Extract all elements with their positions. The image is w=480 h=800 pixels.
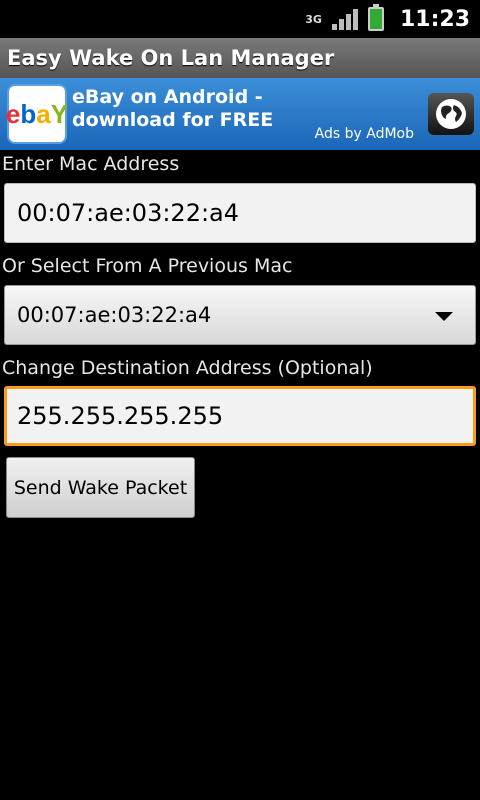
previous-mac-select[interactable]: 00:07:ae:03:22:a4	[4, 285, 476, 345]
signal-strength-icon	[331, 8, 358, 30]
ad-browser-button[interactable]	[428, 93, 474, 135]
previous-mac-label: Or Select From A Previous Mac	[2, 255, 293, 277]
network-type-label: 3G	[305, 12, 322, 26]
ad-attribution: Ads by AdMob	[314, 126, 414, 142]
globe-icon	[436, 99, 466, 129]
ad-banner[interactable]: ebaY eBay on Android - download for FREE…	[0, 78, 480, 150]
previous-mac-selected-value: 00:07:ae:03:22:a4	[17, 303, 212, 327]
send-wake-packet-button[interactable]: Send Wake Packet	[6, 457, 195, 518]
network-type-icon: 3G	[305, 14, 322, 25]
mac-address-input[interactable]	[4, 183, 476, 243]
status-time: 11:23	[399, 6, 470, 32]
mac-address-label: Enter Mac Address	[2, 153, 180, 175]
dropdown-arrow-icon	[435, 312, 453, 321]
ebay-logo: ebaY	[6, 84, 68, 144]
app-title: Easy Wake On Lan Manager	[7, 46, 335, 70]
status-bar: 3G 11:23	[0, 0, 480, 38]
app-title-bar: Easy Wake On Lan Manager	[0, 38, 480, 78]
battery-icon	[367, 4, 384, 31]
destination-address-input[interactable]	[4, 386, 476, 446]
destination-address-label: Change Destination Address (Optional)	[2, 357, 373, 379]
